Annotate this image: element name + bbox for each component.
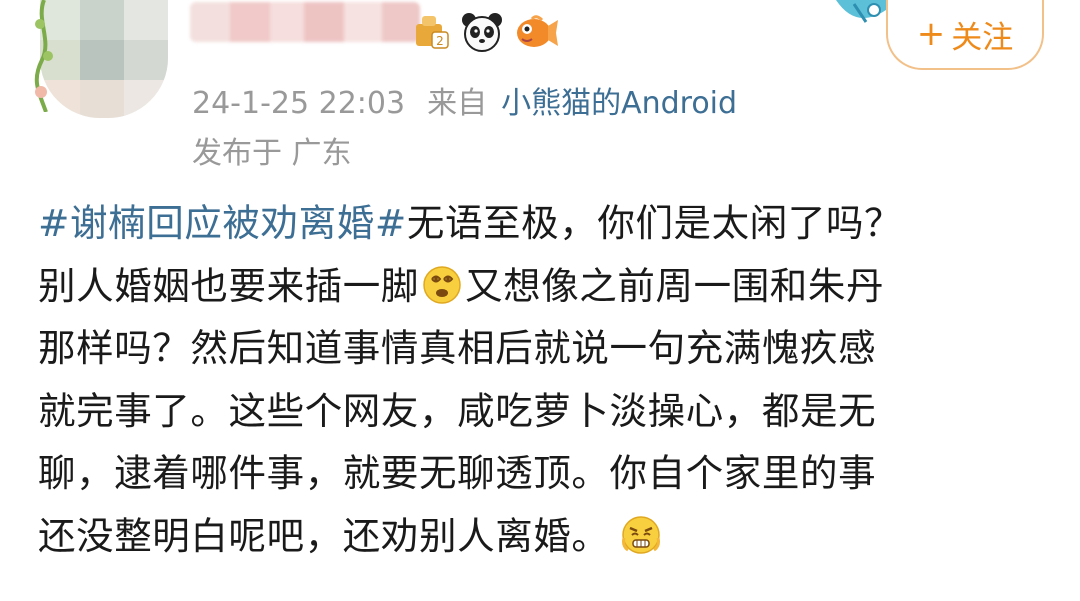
plus-icon: + — [916, 14, 946, 54]
post-line-2: 别人婚姻也要来插一脚 又想像之前周一围和朱丹 — [38, 255, 1048, 318]
avatar[interactable] — [40, 0, 168, 118]
follow-button-label: 关注 — [951, 19, 1014, 56]
grimace-face-emoji — [621, 515, 660, 554]
post-timestamp: 24-1-25 22:03 — [192, 86, 406, 121]
post-source-link[interactable]: 小熊猫的Android — [501, 86, 737, 121]
post-line-4: 就完事了。这些个网友，咸吃萝卜淡操心，都是无 — [38, 388, 877, 433]
svg-text:2: 2 — [436, 34, 444, 48]
post-text: 别人婚姻也要来插一脚 — [38, 263, 419, 308]
post-line-1: #谢楠回应被劝离婚#无语至极，你们是太闲了吗？ — [38, 192, 1048, 255]
post-text: 无语至极，你们是太闲了吗？ — [406, 201, 903, 245]
post-line-6: 还没整明白呢吧，还劝别人离婚。 — [38, 505, 1048, 568]
post-body: #谢楠回应被劝离婚#无语至极，你们是太闲了吗？ 别人婚姻也要来插一脚 又想像之前… — [38, 192, 1048, 567]
follow-button[interactable]: + 关注 — [886, 0, 1044, 70]
goldfish-icon — [517, 15, 558, 47]
weibo-post-screenshot: 2 + 关注 24-1-25 22:03 来自 小熊猫的Android 发布于 广东… — [0, 0, 1080, 601]
post-text: 又想像之前周一围和朱丹 — [465, 263, 885, 308]
dizzy-face-emoji — [423, 265, 461, 304]
username-redacted[interactable] — [190, 2, 420, 42]
post-line-3: 那样吗？然后知道事情真相后就说一句充满愧疚感 — [38, 326, 877, 370]
post-line-5: 聊，逮着哪件事，就要无聊透顶。你自个家里的事 — [38, 451, 877, 495]
source-from-label: 来自 — [427, 86, 488, 121]
topic-hashtag-link[interactable]: #谢楠回应被劝离婚# — [38, 201, 407, 245]
panda-icon — [462, 13, 502, 52]
level-badge-icon: 2 — [416, 16, 449, 49]
vine-decoration-icon — [34, 0, 53, 112]
post-text: 还没整明白呢吧，还劝别人离婚。 — [38, 513, 610, 558]
post-meta: 24-1-25 22:03 来自 小熊猫的Android — [192, 78, 737, 122]
post-location: 发布于 广东 — [192, 136, 352, 171]
